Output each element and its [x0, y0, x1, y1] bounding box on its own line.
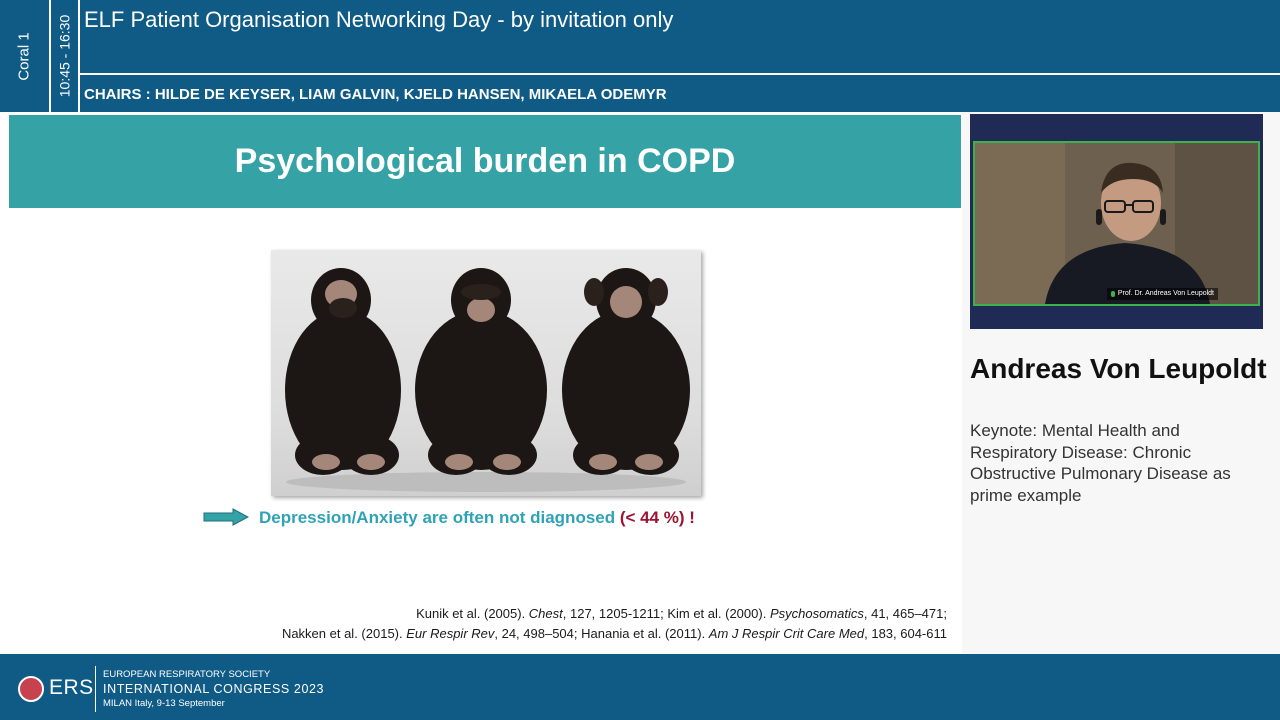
speaker-video-frame: Prof. Dr. Andreas Von Leupoldt	[970, 114, 1263, 329]
room-label-container: Coral 1	[0, 0, 48, 112]
key-message-statistic: (< 44 %)	[619, 508, 685, 527]
header-divider	[78, 0, 80, 112]
speaker-name: Andreas Von Leupoldt	[970, 353, 1267, 384]
time-label-container: 10:45 - 16:30	[51, 0, 78, 112]
speaker-video: Prof. Dr. Andreas Von Leupoldt	[973, 141, 1260, 306]
header-divider	[80, 73, 1280, 75]
reference-line-1: Kunik et al. (2005). Chest, 127, 1205-12…	[416, 606, 947, 621]
congress-location: MILAN Italy, 9-13 September	[103, 698, 225, 709]
session-chairs: CHAIRS : HILDE DE KEYSER, LIAM GALVIN, K…	[84, 86, 667, 103]
session-header: Coral 1 10:45 - 16:30 ELF Patient Organi…	[0, 0, 1280, 112]
microphone-icon	[1110, 291, 1115, 297]
speaker-video-label: Prof. Dr. Andreas Von Leupoldt	[1106, 288, 1218, 300]
ers-logo-icon	[18, 676, 44, 702]
talk-title: Keynote: Mental Health and Respiratory D…	[970, 421, 1231, 505]
key-message: Depression/Anxiety are often not diagnos…	[259, 508, 695, 528]
congress-footer: ERS EUROPEAN RESPIRATORY SOCIETY INTERNA…	[0, 654, 1280, 720]
congress-name: INTERNATIONAL CONGRESS 2023	[103, 682, 325, 696]
room-label: Coral 1	[15, 31, 33, 81]
slide-title: Psychological burden in COPD	[234, 142, 736, 180]
three-wise-chimpanzees-image	[271, 250, 701, 496]
reference-line-2: Nakken et al. (2015). Eur Respir Rev, 24…	[281, 626, 947, 641]
presentation-slide: Psychological burden in COPD Depression/…	[0, 112, 962, 654]
key-message-end: !	[684, 508, 695, 527]
speaker-video-name: Prof. Dr. Andreas Von Leupoldt	[1117, 290, 1214, 297]
ers-logo-text: ERS	[49, 676, 94, 699]
key-message-text: Depression/Anxiety are often not diagnos…	[259, 508, 620, 527]
slide-title-banner: Psychological burden in COPD	[9, 115, 961, 208]
arrow-right-icon	[203, 508, 249, 526]
session-time: 10:45 - 16:30	[56, 14, 73, 98]
footer-divider	[95, 666, 96, 712]
society-name: EUROPEAN RESPIRATORY SOCIETY	[103, 669, 271, 680]
session-title: ELF Patient Organisation Networking Day …	[84, 7, 674, 32]
